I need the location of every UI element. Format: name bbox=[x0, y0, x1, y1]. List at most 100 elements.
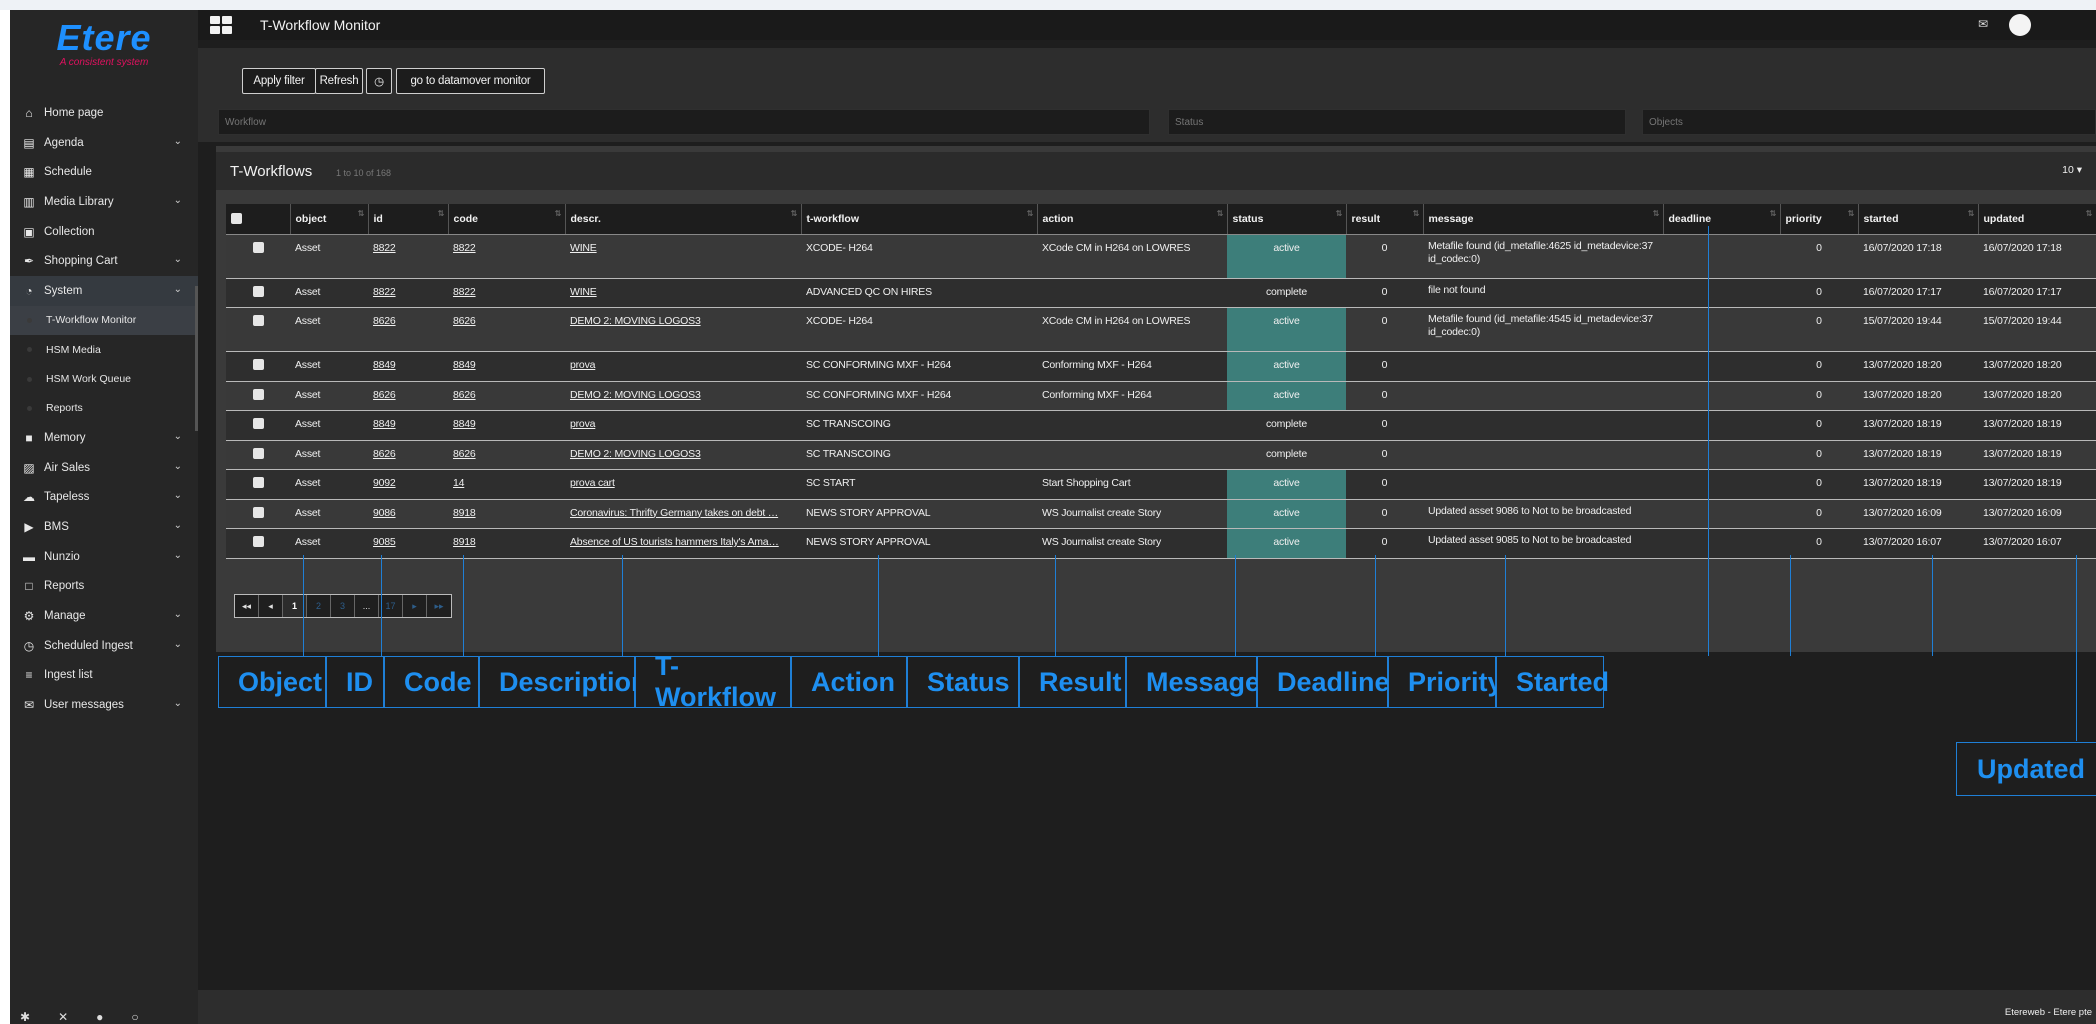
id-link[interactable]: 8626 bbox=[373, 389, 396, 401]
code-link[interactable]: 8626 bbox=[453, 315, 476, 327]
sort-icon[interactable]: ⇅ bbox=[791, 209, 798, 218]
sidebar-item-air-sales[interactable]: ▨ Air Sales ⌄ bbox=[10, 453, 198, 483]
table-row[interactable]: Asset 9085 8918 Absence of US tourists hamm… bbox=[226, 528, 2096, 559]
column-header-priority[interactable]: priority ⇅ bbox=[1780, 204, 1859, 235]
row-checkbox[interactable] bbox=[226, 440, 290, 470]
id-link[interactable]: 8626 bbox=[373, 315, 396, 327]
apply-filter-button[interactable]: Apply filter bbox=[242, 68, 316, 94]
descr-link[interactable]: DEMO 2: MOVING LOGOS3 bbox=[570, 448, 701, 460]
column-header-deadline[interactable]: deadline ⇅ bbox=[1663, 204, 1781, 235]
descr-link[interactable]: DEMO 2: MOVING LOGOS3 bbox=[570, 389, 701, 401]
id-link[interactable]: 8822 bbox=[373, 242, 396, 254]
table-row[interactable]: Asset 8626 8626 DEMO 2: MOVING LOGOS3 XCODE-… bbox=[226, 307, 2096, 352]
table-row[interactable]: Asset 9092 14 prova cart SC START Start Shopp… bbox=[226, 469, 2096, 500]
clock-icon[interactable]: ◷ bbox=[366, 68, 392, 94]
descr-link[interactable]: Absence of US tourists hammers Italy's A… bbox=[570, 536, 779, 548]
descr-link[interactable]: WINE bbox=[570, 286, 597, 298]
sidebar-item-user-messages[interactable]: ✉ User messages ⌄ bbox=[10, 690, 198, 720]
first-page-button[interactable]: ◂◂ bbox=[235, 595, 259, 617]
column-header-result[interactable]: result ⇅ bbox=[1346, 204, 1424, 235]
descr-link[interactable]: prova cart bbox=[570, 477, 615, 489]
id-link[interactable]: 8626 bbox=[373, 448, 396, 460]
sort-icon[interactable]: ⇅ bbox=[1027, 209, 1034, 218]
table-row[interactable]: Asset 8626 8626 DEMO 2: MOVING LOGOS3 SC TRA… bbox=[226, 440, 2096, 470]
column-header-object[interactable]: object ⇅ bbox=[290, 204, 369, 235]
column-header-t-workflow[interactable]: t-workflow ⇅ bbox=[801, 204, 1038, 235]
sidebar-item-collection[interactable]: ▣ Collection bbox=[10, 217, 198, 247]
id-link[interactable]: 8822 bbox=[373, 286, 396, 298]
status-filter-input[interactable] bbox=[1168, 109, 1626, 135]
prev-page-button[interactable]: ◂ bbox=[259, 595, 283, 617]
mail-icon[interactable]: ✉ bbox=[1978, 17, 1988, 31]
row-checkbox[interactable] bbox=[226, 499, 290, 529]
column-header-code[interactable]: code ⇅ bbox=[448, 204, 566, 235]
page-size-select[interactable]: 10 ▾ bbox=[2062, 164, 2082, 176]
sidebar-item-media-library[interactable]: ▥ Media Library ⌄ bbox=[10, 187, 198, 217]
column-header-message[interactable]: message ⇅ bbox=[1423, 204, 1664, 235]
table-row[interactable]: Asset 8849 8849 prova SC TRANSCOING complete 0… bbox=[226, 410, 2096, 441]
table-row[interactable]: Asset 8626 8626 DEMO 2: MOVING LOGOS3 SC CON… bbox=[226, 381, 2096, 411]
table-row[interactable]: Asset 9086 8918 Coronavirus: Thrifty German… bbox=[226, 499, 2096, 529]
descr-link[interactable]: Coronavirus: Thrifty Germany takes on de… bbox=[570, 507, 778, 519]
code-link[interactable]: 8822 bbox=[453, 242, 476, 254]
select-all-checkbox[interactable] bbox=[226, 204, 291, 235]
code-link[interactable]: 8626 bbox=[453, 448, 476, 460]
sort-icon[interactable]: ⇅ bbox=[1336, 209, 1343, 218]
descr-link[interactable]: DEMO 2: MOVING LOGOS3 bbox=[570, 315, 701, 327]
sort-icon[interactable]: ⇅ bbox=[555, 209, 562, 218]
column-header-action[interactable]: action ⇅ bbox=[1037, 204, 1228, 235]
workflow-filter-input[interactable] bbox=[218, 109, 1150, 135]
settings-icon[interactable]: ✱ bbox=[20, 1010, 30, 1024]
lock-icon[interactable]: ● bbox=[96, 1010, 103, 1024]
column-header-status[interactable]: status ⇅ bbox=[1227, 204, 1347, 235]
sidebar-item-manage[interactable]: ⚙ Manage ⌄ bbox=[10, 601, 198, 631]
descr-link[interactable]: prova bbox=[570, 418, 595, 430]
objects-filter-input[interactable] bbox=[1642, 109, 2096, 135]
row-checkbox[interactable] bbox=[226, 381, 290, 411]
sort-icon[interactable]: ⇅ bbox=[1770, 209, 1777, 218]
sort-icon[interactable]: ⇅ bbox=[438, 209, 445, 218]
column-header-id[interactable]: id ⇅ bbox=[368, 204, 449, 235]
sidebar-item-reports[interactable]: □ Reports bbox=[10, 571, 198, 601]
sidebar-subitem-t-workflow-monitor[interactable]: T-Workflow Monitor bbox=[10, 305, 198, 336]
descr-link[interactable]: prova bbox=[570, 359, 595, 371]
row-checkbox[interactable] bbox=[226, 307, 290, 352]
next-page-button[interactable]: ▸ bbox=[403, 595, 427, 617]
row-checkbox[interactable] bbox=[226, 278, 290, 308]
table-row[interactable]: Asset 8822 8822 WINE XCODE- H264 XCode CM in … bbox=[226, 234, 2096, 279]
sidebar-item-home-page[interactable]: ⌂ Home page bbox=[10, 98, 198, 128]
sidebar-item-schedule[interactable]: ▦ Schedule bbox=[10, 157, 198, 187]
id-link[interactable]: 9085 bbox=[373, 536, 396, 548]
sidebar-item-nunzio[interactable]: ▬ Nunzio ⌄ bbox=[10, 542, 198, 572]
sort-icon[interactable]: ⇅ bbox=[1217, 209, 1224, 218]
descr-link[interactable]: WINE bbox=[570, 242, 597, 254]
column-header-descr[interactable]: descr. ⇅ bbox=[565, 204, 802, 235]
id-link[interactable]: 9086 bbox=[373, 507, 396, 519]
code-link[interactable]: 8849 bbox=[453, 359, 476, 371]
sort-icon[interactable]: ⇅ bbox=[1653, 209, 1660, 218]
sort-icon[interactable]: ⇅ bbox=[1848, 209, 1855, 218]
sidebar-item-system[interactable]: ◔ System ⌄ bbox=[10, 276, 198, 306]
code-link[interactable]: 8918 bbox=[453, 536, 476, 548]
sidebar-item-shopping-cart[interactable]: ✒ Shopping Cart ⌄ bbox=[10, 246, 198, 276]
last-page-number-button[interactable]: 17 bbox=[379, 595, 403, 617]
code-link[interactable]: 8849 bbox=[453, 418, 476, 430]
sidebar-item-ingest-list[interactable]: ≡ Ingest list bbox=[10, 661, 198, 691]
sidebar-item-tapeless[interactable]: ☁ Tapeless ⌄ bbox=[10, 482, 198, 512]
apps-grid-icon[interactable] bbox=[210, 16, 232, 34]
sidebar-item-bms[interactable]: ▶ BMS ⌄ bbox=[10, 512, 198, 542]
code-link[interactable]: 8918 bbox=[453, 507, 476, 519]
sort-icon[interactable]: ⇅ bbox=[1413, 209, 1420, 218]
sidebar-subitem-reports[interactable]: Reports bbox=[10, 394, 198, 423]
datamover-monitor-button[interactable]: go to datamover monitor bbox=[396, 68, 545, 94]
power-icon[interactable]: ○ bbox=[131, 1010, 138, 1024]
id-link[interactable]: 8849 bbox=[373, 359, 396, 371]
code-link[interactable]: 8822 bbox=[453, 286, 476, 298]
row-checkbox[interactable] bbox=[226, 469, 290, 500]
id-link[interactable]: 9092 bbox=[373, 477, 396, 489]
sort-icon[interactable]: ⇅ bbox=[358, 209, 365, 218]
sidebar-subitem-hsm-work-queue[interactable]: HSM Work Queue bbox=[10, 364, 198, 393]
column-header-updated[interactable]: updated ⇅ bbox=[1978, 204, 2096, 235]
expand-icon[interactable]: ✕ bbox=[58, 1010, 68, 1024]
sidebar-subitem-hsm-media[interactable]: HSM Media bbox=[10, 335, 198, 364]
